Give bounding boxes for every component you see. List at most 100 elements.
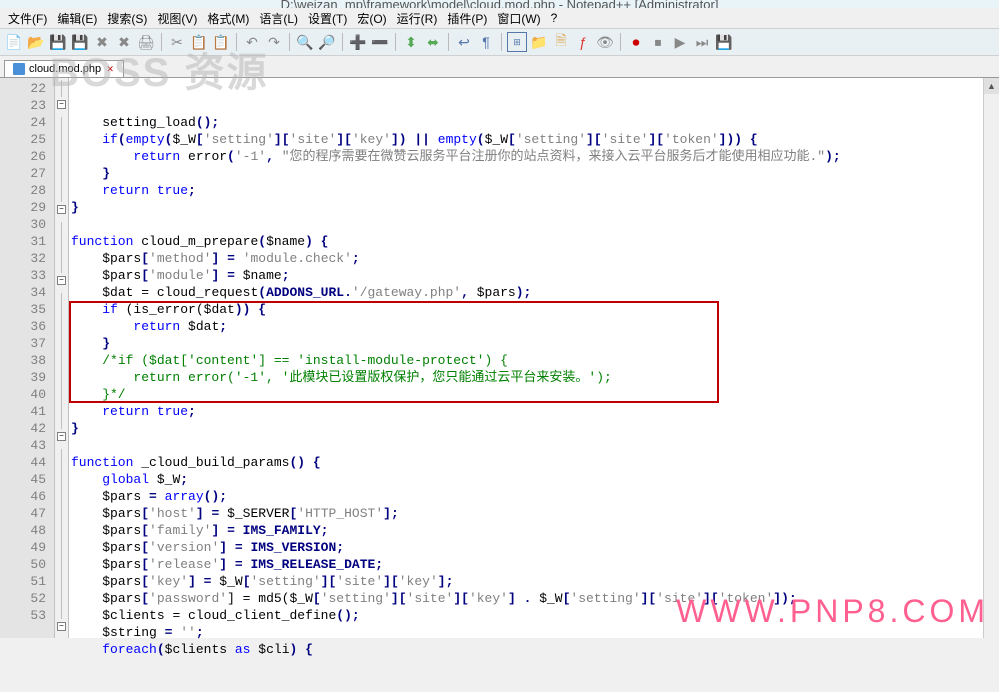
code-line[interactable] <box>71 437 999 454</box>
code-line[interactable]: $pars['key'] = $_W['setting']['site']['k… <box>71 573 999 590</box>
line-number: 46 <box>0 488 54 505</box>
allchars-icon[interactable]: ¶ <box>476 32 496 52</box>
code-line[interactable]: } <box>71 420 999 437</box>
code-line[interactable]: $pars['version'] = IMS_VERSION; <box>71 539 999 556</box>
code-line[interactable]: return true; <box>71 182 999 199</box>
menu-language[interactable]: 语言(L) <box>255 8 302 29</box>
menu-view[interactable]: 视图(V) <box>153 8 201 29</box>
scroll-up-icon[interactable]: ▲ <box>984 78 999 94</box>
line-number-gutter: 2223242526272829303132333435363738394041… <box>0 78 55 638</box>
record-icon[interactable]: ⏺ <box>626 32 646 52</box>
code-line[interactable]: $pars['password'] = md5($_W['setting']['… <box>71 590 999 607</box>
folder-icon[interactable]: 📁 <box>529 32 549 52</box>
menu-file[interactable]: 文件(F) <box>4 8 51 29</box>
menu-format[interactable]: 格式(M) <box>203 8 253 29</box>
line-number: 50 <box>0 556 54 573</box>
menu-help[interactable]: ? <box>547 9 562 27</box>
code-line[interactable]: }*/ <box>71 386 999 403</box>
close-all-icon[interactable]: ✖ <box>114 32 134 52</box>
file-icon <box>13 63 25 75</box>
tab-file[interactable]: cloud.mod.php ✕ <box>4 60 124 77</box>
code-line[interactable]: $clients = cloud_client_define(); <box>71 607 999 624</box>
code-line[interactable]: } <box>71 165 999 182</box>
code-line[interactable] <box>71 216 999 233</box>
save-all-icon[interactable]: 💾 <box>70 32 90 52</box>
code-line[interactable]: if(empty($_W['setting']['site']['key']) … <box>71 131 999 148</box>
tab-bar: cloud.mod.php ✕ <box>0 56 999 78</box>
vertical-scrollbar[interactable]: ▲ <box>983 78 999 638</box>
toolbar-separator <box>448 33 449 51</box>
code-line[interactable]: $pars['method'] = 'module.check'; <box>71 250 999 267</box>
menu-settings[interactable]: 设置(T) <box>304 8 351 29</box>
code-line[interactable]: return true; <box>71 403 999 420</box>
line-number: 44 <box>0 454 54 471</box>
sync-v-icon[interactable]: ⬍ <box>401 32 421 52</box>
doc-map-icon[interactable]: 🗎 <box>551 32 571 52</box>
code-line[interactable]: } <box>71 335 999 352</box>
code-line[interactable]: $string = ''; <box>71 624 999 641</box>
sync-h-icon[interactable]: ⬌ <box>423 32 443 52</box>
line-number: 35 <box>0 301 54 318</box>
new-file-icon[interactable]: 📄 <box>4 32 24 52</box>
stop-icon[interactable]: ⏹ <box>648 32 668 52</box>
playmulti-icon[interactable]: ⏭ <box>692 32 712 52</box>
line-number: 27 <box>0 165 54 182</box>
line-number: 40 <box>0 386 54 403</box>
line-number: 24 <box>0 114 54 131</box>
savemacro-icon[interactable]: 💾 <box>714 32 734 52</box>
code-line[interactable]: $pars['release'] = IMS_RELEASE_DATE; <box>71 556 999 573</box>
toolbar-separator <box>395 33 396 51</box>
open-file-icon[interactable]: 📂 <box>26 32 46 52</box>
replace-icon[interactable]: 🔎 <box>317 32 337 52</box>
toolbar: 📄 📂 💾 💾 ✖ ✖ 🖨 ✂ 📋 📋 ↶ ↷ 🔍 🔎 ➕ ➖ ⬍ ⬌ ↩ ¶ … <box>0 28 999 56</box>
code-line[interactable]: $pars['host'] = $_SERVER['HTTP_HOST']; <box>71 505 999 522</box>
code-area[interactable]: setting_load(); if(empty($_W['setting'][… <box>69 78 999 638</box>
close-icon[interactable]: ✖ <box>92 32 112 52</box>
cut-icon[interactable]: ✂ <box>167 32 187 52</box>
wordwrap-icon[interactable]: ↩ <box>454 32 474 52</box>
code-line[interactable]: /*if ($dat['content'] == 'install-module… <box>71 352 999 369</box>
monitor-icon[interactable]: 👁 <box>595 32 615 52</box>
code-line[interactable]: global $_W; <box>71 471 999 488</box>
code-line[interactable]: return error('-1', "您的程序需要在微赞云服务平台注册你的站点… <box>71 148 999 165</box>
code-line[interactable]: function _cloud_build_params() { <box>71 454 999 471</box>
save-icon[interactable]: 💾 <box>48 32 68 52</box>
toolbar-separator <box>289 33 290 51</box>
code-line[interactable]: return $dat; <box>71 318 999 335</box>
code-line[interactable]: $pars['family'] = IMS_FAMILY; <box>71 522 999 539</box>
menu-macro[interactable]: 宏(O) <box>353 8 390 29</box>
redo-icon[interactable]: ↷ <box>264 32 284 52</box>
editor-area: 2223242526272829303132333435363738394041… <box>0 78 999 638</box>
function-list-icon[interactable]: ƒ <box>573 32 593 52</box>
menu-plugins[interactable]: 插件(P) <box>443 8 491 29</box>
find-icon[interactable]: 🔍 <box>295 32 315 52</box>
indent-guide-icon[interactable]: ⊞ <box>507 32 527 52</box>
code-line[interactable]: setting_load(); <box>71 114 999 131</box>
code-line[interactable]: $pars['module'] = $name; <box>71 267 999 284</box>
print-icon[interactable]: 🖨 <box>136 32 156 52</box>
code-line[interactable]: $dat = cloud_request(ADDONS_URL.'/gatewa… <box>71 284 999 301</box>
code-line[interactable]: return error('-1', '此模块已设置版权保护，您只能通过云平台来… <box>71 369 999 386</box>
line-number: 34 <box>0 284 54 301</box>
menu-search[interactable]: 搜索(S) <box>103 8 151 29</box>
code-line[interactable]: } <box>71 199 999 216</box>
code-line[interactable]: $pars = array(); <box>71 488 999 505</box>
code-line[interactable]: foreach($clients as $cli) { <box>71 641 999 658</box>
line-number: 29 <box>0 199 54 216</box>
menu-run[interactable]: 运行(R) <box>393 8 442 29</box>
zoom-out-icon[interactable]: ➖ <box>370 32 390 52</box>
line-number: 42 <box>0 420 54 437</box>
play-icon[interactable]: ▶ <box>670 32 690 52</box>
tab-close-icon[interactable]: ✕ <box>105 64 115 74</box>
copy-icon[interactable]: 📋 <box>189 32 209 52</box>
zoom-in-icon[interactable]: ➕ <box>348 32 368 52</box>
paste-icon[interactable]: 📋 <box>211 32 231 52</box>
menu-bar: 文件(F) 编辑(E) 搜索(S) 视图(V) 格式(M) 语言(L) 设置(T… <box>0 8 999 28</box>
menu-edit[interactable]: 编辑(E) <box>53 8 101 29</box>
menu-window[interactable]: 窗口(W) <box>493 8 544 29</box>
code-line[interactable]: if (is_error($dat)) { <box>71 301 999 318</box>
undo-icon[interactable]: ↶ <box>242 32 262 52</box>
toolbar-separator <box>620 33 621 51</box>
line-number: 32 <box>0 250 54 267</box>
code-line[interactable]: function cloud_m_prepare($name) { <box>71 233 999 250</box>
